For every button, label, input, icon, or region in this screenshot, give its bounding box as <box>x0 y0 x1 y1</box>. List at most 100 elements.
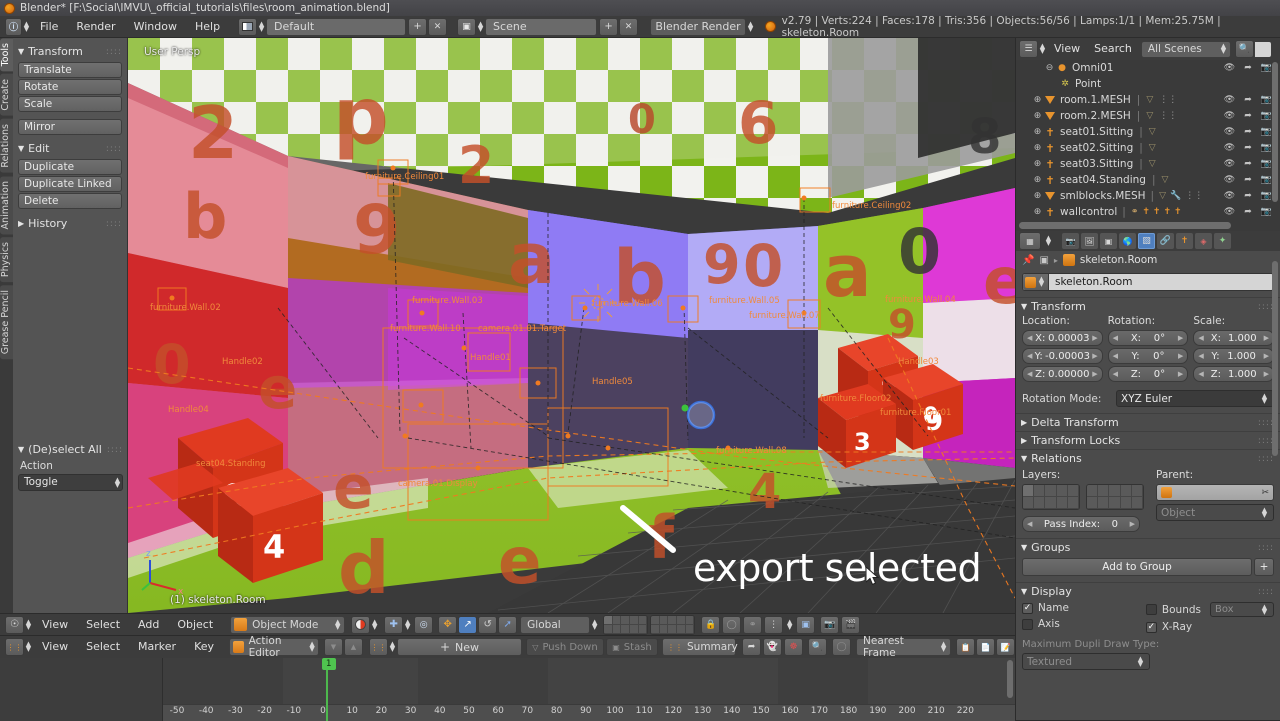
3d-view-editor-icon[interactable]: ☉ <box>5 615 24 634</box>
eye-icon[interactable]: 👁 <box>1224 95 1235 105</box>
constraint-icon[interactable]: ⚭ <box>1131 207 1139 217</box>
section-header-transform[interactable]: ▼ Transform :::: <box>1016 298 1280 315</box>
section-header-delta-transform[interactable]: ▶ Delta Transform :::: <box>1016 414 1280 431</box>
show-hidden-icon[interactable]: 👻 <box>763 638 782 656</box>
tool-tab-grease-pencil[interactable]: Grease Pencil <box>0 285 13 360</box>
browse-action-icon[interactable]: ⋮⋮ <box>369 638 388 656</box>
scale-y-field[interactable]: ◀ Y: 1.000 ▶ <box>1193 348 1275 364</box>
mesh-data-icon[interactable]: ▽ <box>1162 175 1169 185</box>
render-engine-spinner[interactable]: ▲ ▼ <box>746 20 755 32</box>
mesh-data-icon[interactable]: ▽ <box>1149 159 1156 169</box>
outliner-row[interactable]: ⊕ ✝ seat02.Sitting | ▽ 👁 ➦ 📷 <box>1016 140 1280 156</box>
new-action-button[interactable]: + New <box>397 638 522 656</box>
armature-icon[interactable]: ✝ <box>1153 207 1161 217</box>
expander-icon[interactable]: ⊕ <box>1032 159 1043 169</box>
dopesheet-menu-select[interactable]: Select <box>77 636 129 658</box>
info-editor-icon[interactable]: ⓘ <box>5 17 22 36</box>
interaction-mode-dropdown[interactable]: Object Mode ▲ ▼ <box>230 615 346 634</box>
outliner-row[interactable]: ⊕ room.2.MESH | ▽ ⋮⋮ 👁 ➦ 📷 <box>1016 108 1280 124</box>
display-bounds-checkbox[interactable] <box>1145 604 1157 615</box>
cursor-select-icon[interactable]: ➦ <box>1244 111 1252 121</box>
decrement-arrow-icon[interactable]: ◀ <box>1027 334 1032 342</box>
expander-icon[interactable]: ⊕ <box>1032 191 1043 201</box>
copy-keyframes-icon[interactable]: 📋 <box>956 638 975 656</box>
layer-grid-right[interactable] <box>1086 484 1144 510</box>
increment-arrow-icon[interactable]: ▶ <box>1178 370 1183 378</box>
outliner-display-mode-icon[interactable]: ☰ <box>1019 40 1038 58</box>
increment-arrow-icon[interactable]: ▶ <box>1092 352 1097 360</box>
snap-spinner[interactable]: ▲ ▼ <box>785 618 794 630</box>
decrement-arrow-icon[interactable]: ◀ <box>1113 370 1118 378</box>
cursor-select-icon[interactable]: ➦ <box>1244 127 1252 137</box>
action-browse-spinner[interactable]: ▲ ▼ <box>388 641 397 653</box>
layer-grid-left[interactable] <box>1022 484 1080 510</box>
tool-tab-physics[interactable]: Physics <box>0 237 13 283</box>
tab-render-layers[interactable]: 🖼 <box>1081 233 1098 249</box>
render-opengl-anim-icon[interactable]: 🎬 <box>841 615 861 634</box>
decrement-arrow-icon[interactable]: ◀ <box>1027 370 1032 378</box>
add-screen-layout-button[interactable]: + <box>408 17 428 36</box>
camera-render-icon[interactable]: 📷 <box>1261 143 1272 153</box>
magnet-snap-icon[interactable]: ⚭ <box>743 615 763 634</box>
object-name-field[interactable]: ▲ ▼ skeleton.Room <box>1022 273 1274 291</box>
scene-datablock-icon[interactable]: ▣ <box>457 17 477 36</box>
outliner-vertical-scrollbar[interactable] <box>1272 62 1278 202</box>
parent-object-field[interactable]: ✂ <box>1156 484 1274 501</box>
layer-grid-1[interactable] <box>603 614 649 635</box>
panel-header-edit[interactable]: ▼ Edit :::: <box>18 142 122 155</box>
display-name-checkbox[interactable]: ✓ <box>1022 602 1033 614</box>
browse-scene-icon[interactable]: ▣ <box>1039 255 1048 266</box>
panel-header-history[interactable]: ▶ History :::: <box>18 217 122 230</box>
scale-x-field[interactable]: ◀ X: 1.000 ▶ <box>1193 330 1275 346</box>
transform-orientation-dropdown[interactable]: Global <box>520 615 591 634</box>
tab-constraints[interactable]: 🔗 <box>1157 233 1174 249</box>
outliner-row[interactable]: ⊕ ✝ seat01.Sitting | ▽ 👁 ➦ 📷 <box>1016 124 1280 140</box>
increment-arrow-icon[interactable]: ▶ <box>1178 334 1183 342</box>
camera-render-icon[interactable]: 📷 <box>1261 191 1272 201</box>
outliner-horizontal-scrollbar[interactable] <box>1019 222 1231 229</box>
pivot-point-icon[interactable]: ✚ <box>384 615 404 634</box>
increment-arrow-icon[interactable]: ▶ <box>1092 334 1097 342</box>
translate-button[interactable]: Translate <box>18 62 122 78</box>
panel-header-deselect-all[interactable]: ▼ (De)select All :::: <box>18 443 123 456</box>
mesh-data-icon[interactable]: ▽ <box>1146 95 1153 105</box>
panel-header-transform[interactable]: ▼ Transform :::: <box>18 45 122 58</box>
lock-view-icon[interactable]: 🔒 <box>701 615 721 634</box>
location-y-field[interactable]: ◀ Y: -0.00003 ▶ <box>1022 348 1103 364</box>
editor-type-spinner[interactable]: ▲ ▼ <box>22 20 31 32</box>
tool-tab-create[interactable]: Create <box>0 74 13 116</box>
manipulator-scale-icon[interactable]: ↺ <box>478 615 498 634</box>
expander-icon[interactable]: ⊕ <box>1032 207 1043 217</box>
rotation-mode-dropdown[interactable]: XYZ Euler ▲ ▼ <box>1116 390 1274 407</box>
dopesheet-channel-list[interactable] <box>0 658 163 721</box>
search-filter-icon[interactable]: 🔍 <box>808 638 827 656</box>
paste-keyframes-icon[interactable]: 📄 <box>976 638 995 656</box>
eye-icon[interactable]: 👁 <box>1224 63 1235 73</box>
tool-tab-tools[interactable]: Tools <box>0 38 13 72</box>
menu-render[interactable]: Render <box>67 16 124 38</box>
expander-icon[interactable]: ⊖ <box>1044 63 1055 73</box>
only-errors-icon[interactable]: ☸ <box>784 638 803 656</box>
outliner-row[interactable]: ✲ Point <box>1016 76 1280 92</box>
manipulator-toggle-icon[interactable]: ◎ <box>414 615 434 634</box>
vertex-group-icon[interactable]: ⋮⋮ <box>1159 95 1177 105</box>
increment-arrow-icon[interactable]: ▶ <box>1264 334 1269 342</box>
camera-render-icon[interactable]: 📷 <box>1261 175 1272 185</box>
eye-icon[interactable]: 👁 <box>1224 127 1235 137</box>
paste-flipped-icon[interactable]: 📝 <box>996 638 1015 656</box>
action-dropdown[interactable]: Toggle ▲ ▼ <box>18 474 123 491</box>
tool-tab-relations[interactable]: Relations <box>0 118 13 173</box>
menu-window[interactable]: Window <box>125 16 186 38</box>
editor-type-spinner[interactable]: ▲ ▼ <box>1044 235 1053 247</box>
add-scene-button[interactable]: + <box>599 17 619 36</box>
render-opengl-icon[interactable]: 📷 <box>820 615 840 634</box>
datablock-filter-icon[interactable]: ◯ <box>832 638 851 656</box>
tab-render[interactable]: 📷 <box>1062 233 1079 249</box>
scene-spinner[interactable]: ▲ ▼ <box>476 20 485 32</box>
outliner-menu-search[interactable]: Search <box>1087 38 1139 60</box>
summary-toggle[interactable]: ⋮⋮ Summary <box>662 638 738 656</box>
restrict-toggles[interactable]: 👁 ➦ 📷 <box>1224 175 1272 185</box>
section-header-display[interactable]: ▼ Display :::: <box>1016 583 1280 600</box>
camera-render-icon[interactable]: 📷 <box>1261 111 1272 121</box>
properties-scrollbar[interactable] <box>1272 261 1278 456</box>
